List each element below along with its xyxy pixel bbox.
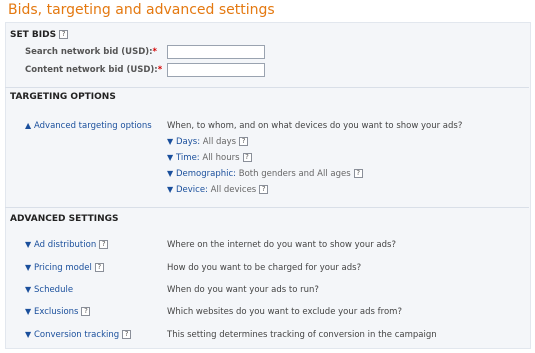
pricing-model-description: How do you want to be charged for your a… bbox=[167, 263, 362, 273]
advanced-settings-title: ADVANCED SETTINGS bbox=[10, 214, 119, 224]
help-icon[interactable]: ? bbox=[59, 30, 69, 39]
help-icon[interactable]: ? bbox=[81, 307, 91, 316]
chevron-down-icon: ▼ bbox=[167, 153, 174, 162]
help-icon[interactable]: ? bbox=[353, 169, 363, 178]
help-icon[interactable]: ? bbox=[99, 240, 109, 249]
divider bbox=[5, 207, 529, 208]
required-mark: * bbox=[157, 65, 163, 75]
help-icon[interactable]: ? bbox=[94, 263, 104, 272]
content-bid-label: Content network bid (USD):* bbox=[25, 65, 163, 75]
chevron-down-icon: ▼ bbox=[167, 137, 174, 146]
schedule-description: When do you want your ads to run? bbox=[167, 285, 319, 295]
chevron-down-icon: ▼ bbox=[25, 285, 32, 294]
advanced-targeting-toggle[interactable]: ▲ Advanced targeting options bbox=[25, 121, 152, 131]
exclusions-description: Which websites do you want to exclude yo… bbox=[167, 307, 402, 317]
exclusions-toggle[interactable]: ▼ Exclusions? bbox=[25, 307, 91, 317]
conversion-tracking-description: This setting determines tracking of conv… bbox=[167, 330, 437, 340]
content-bid-input[interactable] bbox=[167, 63, 265, 77]
set-bids-title: SET BIDS? bbox=[10, 30, 69, 40]
help-icon[interactable]: ? bbox=[242, 153, 252, 162]
chevron-down-icon: ▼ bbox=[25, 330, 32, 339]
ad-distribution-toggle[interactable]: ▼ Ad distribution? bbox=[25, 240, 109, 250]
schedule-toggle[interactable]: ▼ Schedule bbox=[25, 285, 73, 295]
help-icon[interactable]: ? bbox=[259, 185, 269, 194]
chevron-down-icon: ▼ bbox=[25, 263, 32, 272]
targeting-option-time[interactable]: ▼ Time: All hours? bbox=[167, 153, 252, 163]
targeting-option-demographic[interactable]: ▼ Demographic: Both genders and All ages? bbox=[167, 169, 363, 179]
targeting-description: When, to whom, and on what devices do yo… bbox=[167, 121, 463, 131]
chevron-down-icon: ▼ bbox=[25, 307, 32, 316]
help-icon[interactable]: ? bbox=[239, 137, 249, 146]
targeting-option-device[interactable]: ▼ Device: All devices? bbox=[167, 185, 269, 195]
chevron-down-icon: ▼ bbox=[167, 185, 174, 194]
help-icon[interactable]: ? bbox=[122, 330, 132, 339]
required-mark: * bbox=[152, 47, 157, 57]
chevron-up-icon: ▲ bbox=[25, 121, 32, 130]
pricing-model-toggle[interactable]: ▼ Pricing model? bbox=[25, 263, 104, 273]
search-bid-label: Search network bid (USD):* bbox=[25, 47, 157, 57]
targeting-option-days[interactable]: ▼ Days: All days? bbox=[167, 137, 249, 147]
search-bid-input[interactable] bbox=[167, 45, 265, 59]
page-title: Bids, targeting and advanced settings bbox=[8, 2, 275, 18]
divider bbox=[5, 87, 529, 88]
targeting-options-title: TARGETING OPTIONS bbox=[10, 92, 116, 102]
conversion-tracking-toggle[interactable]: ▼ Conversion tracking? bbox=[25, 330, 132, 340]
chevron-down-icon: ▼ bbox=[167, 169, 174, 178]
chevron-down-icon: ▼ bbox=[25, 240, 32, 249]
ad-distribution-description: Where on the internet do you want to sho… bbox=[167, 240, 396, 250]
